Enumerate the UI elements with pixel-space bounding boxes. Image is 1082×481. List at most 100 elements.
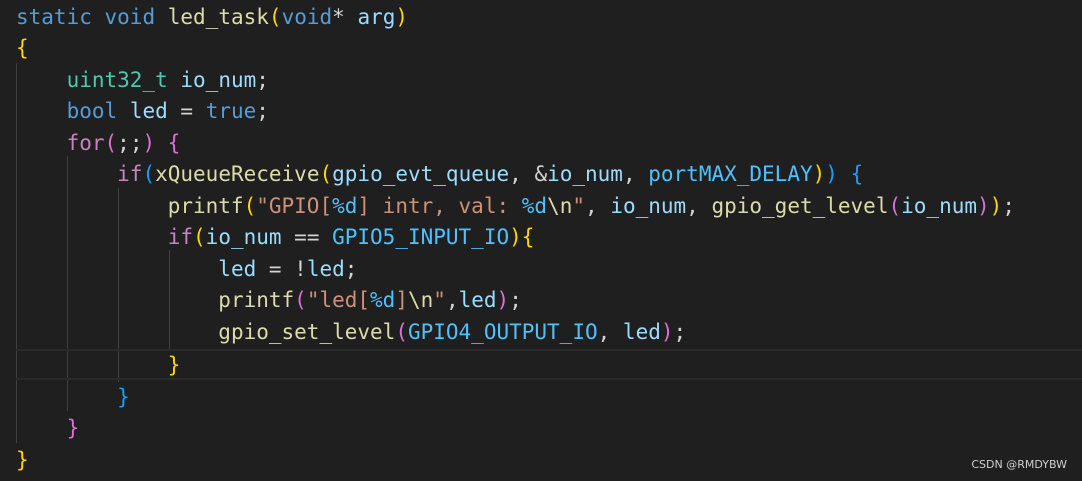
token-bracket: ) — [509, 225, 522, 249]
token-bracket: ) — [660, 320, 674, 344]
token-variable: io_num — [901, 194, 977, 218]
token-operator: = — [167, 99, 206, 123]
token-operator: * — [332, 5, 345, 29]
token-function-name: gpio_set_level — [218, 320, 396, 344]
token-control-keyword: for — [66, 131, 105, 155]
code-line-11[interactable]: gpio_set_level(GPIO4_OUTPUT_IO, led); — [16, 317, 686, 348]
token-bracket: ( — [193, 225, 206, 249]
token-punctuation: ;; — [117, 131, 143, 155]
code-line-13[interactable]: } — [16, 382, 130, 413]
code-line-6[interactable]: if(xQueueReceive(gpio_evt_queue, &io_num… — [16, 159, 863, 190]
token-bracket: ( — [319, 162, 333, 186]
token-bracket: ) — [395, 5, 409, 29]
token-type: uint32_t — [66, 68, 168, 92]
code-line-14[interactable]: } — [16, 413, 80, 444]
token-variable: io_num — [205, 225, 282, 249]
token-function-name: gpio_get_level — [711, 194, 889, 218]
token-bracket: ) — [812, 162, 826, 186]
token-bracket: { — [850, 162, 864, 186]
token-escape-sequence: \n — [547, 194, 573, 218]
token-variable: led — [306, 257, 345, 281]
token-bracket: ( — [294, 288, 307, 312]
token-operator: , & — [509, 162, 548, 186]
token-bracket: ) — [142, 131, 156, 155]
token-bracket: } — [117, 385, 130, 409]
token-variable: io_num — [547, 162, 623, 186]
code-line-5[interactable]: for(;;) { — [16, 128, 181, 159]
token-punctuation: ; — [509, 288, 522, 312]
token-string: "led[ — [306, 288, 371, 312]
token-keyword: bool — [66, 99, 118, 123]
token-variable: io_num — [610, 194, 687, 218]
token-keyword: true — [205, 99, 257, 123]
token-function-name: printf — [167, 194, 244, 218]
token-variable: led — [458, 288, 497, 312]
token-format-specifier: %d — [332, 194, 358, 218]
token-control-keyword: if — [167, 225, 194, 249]
token-variable: led — [218, 257, 257, 281]
token-function-name: led_task — [167, 5, 269, 29]
code-editor[interactable]: static void led_task(void* arg) { uint32… — [0, 0, 1082, 481]
token-keyword: void — [281, 5, 333, 29]
token-bracket: ) — [989, 194, 1003, 218]
code-line-15[interactable]: } — [16, 445, 29, 476]
code-line-2[interactable]: { — [16, 33, 29, 64]
token-control-keyword: if — [117, 162, 143, 186]
token-bracket: ( — [888, 194, 902, 218]
code-line-4[interactable]: bool led = true; — [16, 96, 269, 127]
token-punctuation: ; — [1002, 194, 1015, 218]
token-format-specifier: %d — [370, 288, 396, 312]
code-line-8[interactable]: if(io_num == GPIO5_INPUT_IO){ — [16, 222, 535, 253]
token-keyword: static — [16, 5, 92, 29]
token-operator: == — [281, 225, 333, 249]
token-string: " — [572, 194, 586, 218]
token-operator: = ! — [256, 257, 307, 281]
token-bracket: } — [16, 448, 29, 472]
token-escape-sequence: \n — [407, 288, 434, 312]
token-string: " — [433, 288, 446, 312]
token-bracket: ) — [496, 288, 510, 312]
token-bracket: } — [66, 416, 80, 440]
token-punctuation: , — [585, 194, 611, 218]
token-punctuation: , — [445, 288, 459, 312]
token-bracket: ( — [243, 194, 257, 218]
token-bracket: ( — [268, 5, 282, 29]
token-bracket: } — [167, 353, 181, 377]
token-constant: GPIO5_INPUT_IO — [332, 225, 510, 249]
token-variable: gpio_evt_queue — [332, 162, 510, 186]
code-line-9[interactable]: led = !led; — [16, 254, 357, 285]
token-bracket: { — [16, 36, 29, 60]
code-line-3[interactable]: uint32_t io_num; — [16, 65, 269, 96]
token-string: ] intr, val: — [357, 194, 522, 218]
token-string: ] — [395, 288, 408, 312]
token-format-specifier: %d — [521, 194, 548, 218]
token-keyword: void — [104, 5, 156, 29]
token-punctuation: ; — [256, 99, 269, 123]
token-bracket: ) — [977, 194, 990, 218]
token-punctuation: , — [622, 162, 649, 186]
code-line-12[interactable]: } — [16, 350, 181, 381]
token-variable: io_num — [180, 68, 257, 92]
token-function-name: printf — [218, 288, 295, 312]
token-punctuation: ; — [673, 320, 687, 344]
code-line-7[interactable]: printf("GPIO[%d] intr, val: %d\n", io_nu… — [16, 191, 1015, 222]
code-line-10[interactable]: printf("led[%d]\n",led); — [16, 285, 522, 316]
token-variable: arg — [357, 5, 396, 29]
token-bracket: ) — [825, 162, 838, 186]
token-variable: led — [622, 320, 661, 344]
code-line-1[interactable]: static void led_task(void* arg) — [16, 2, 408, 33]
token-punctuation: ; — [344, 257, 358, 281]
token-constant: GPIO4_OUTPUT_IO — [407, 320, 598, 344]
token-bracket: { — [521, 225, 535, 249]
token-punctuation: , — [686, 194, 712, 218]
token-function-name: xQueueReceive — [155, 162, 320, 186]
token-bracket: ( — [142, 162, 156, 186]
token-bracket: ( — [104, 131, 118, 155]
token-bracket: { — [167, 131, 181, 155]
token-constant: portMAX_DELAY — [648, 162, 813, 186]
token-punctuation: , — [597, 320, 623, 344]
watermark: CSDN @RMDYBW — [971, 458, 1067, 471]
token-bracket: ( — [395, 320, 408, 344]
token-punctuation: ; — [256, 68, 269, 92]
token-string: "GPIO[ — [256, 194, 333, 218]
